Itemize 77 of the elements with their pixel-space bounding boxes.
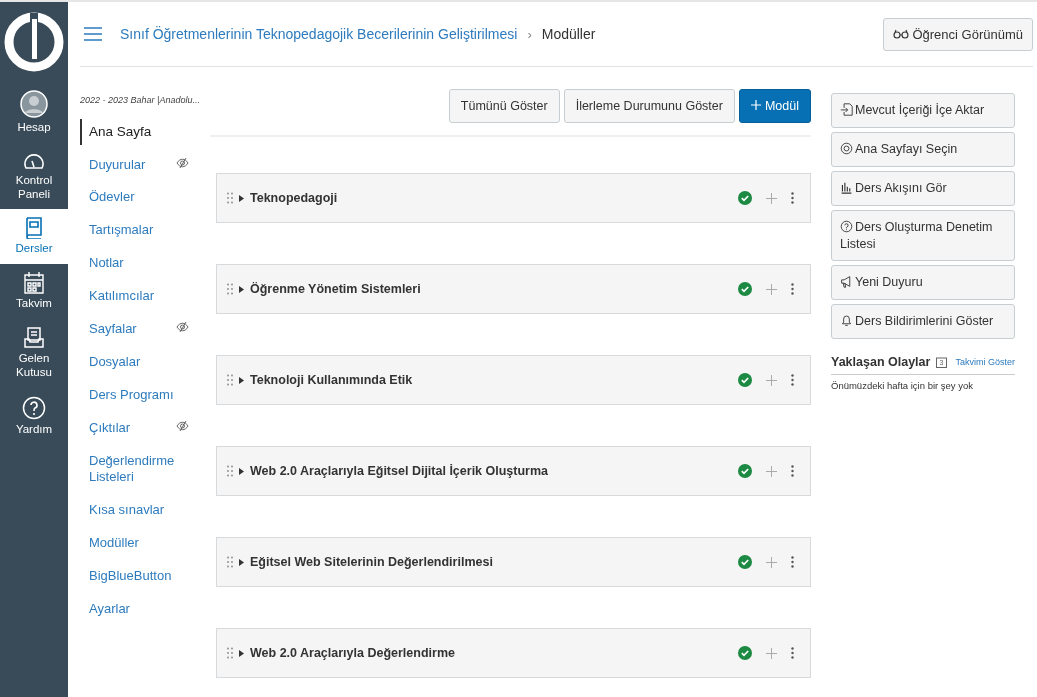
more-options-icon[interactable]: [791, 556, 794, 568]
help-icon: [22, 395, 46, 420]
drag-handle-icon[interactable]: [227, 647, 233, 659]
course-nav-link[interactable]: Duyurular: [80, 152, 189, 178]
avatar-icon: [20, 90, 48, 118]
empty-message: Önümüzdeki hafta için bir şey yok: [831, 380, 974, 392]
book-icon: [25, 217, 43, 240]
more-options-icon[interactable]: [791, 647, 794, 659]
sidebar-button[interactable]: Ders Oluşturma Denetim Listesi: [831, 209, 1015, 262]
course-nav-link[interactable]: Modüller: [80, 531, 189, 557]
course-nav-link[interactable]: Sayfalar: [80, 317, 189, 342]
course-nav-link[interactable]: Tartışmalar: [80, 218, 189, 244]
more-options-icon[interactable]: [791, 192, 794, 204]
course-nav-link[interactable]: Kısa sınavlar: [80, 498, 189, 524]
nav-item[interactable]: Hesap: [0, 82, 68, 143]
expand-caret-icon[interactable]: [239, 285, 244, 293]
sidebar-button[interactable]: Mevcut İçeriği İçe Aktar: [831, 93, 1015, 128]
course-nav-link[interactable]: Çıktılar: [80, 415, 189, 441]
expand-caret-icon[interactable]: [239, 376, 244, 384]
more-options-icon[interactable]: [791, 465, 794, 477]
bell-icon: [840, 314, 853, 328]
calendar-icon: [24, 272, 44, 295]
nav-item[interactable]: Kontrol Paneli: [0, 142, 68, 210]
sidebar-button[interactable]: Yeni Duyuru: [831, 265, 1015, 301]
course-nav-link[interactable]: BigBlueButton: [80, 564, 189, 589]
course-nav-link[interactable]: Ödevler: [80, 185, 189, 211]
sidebar-button[interactable]: Ders Akışını Gör: [831, 170, 1015, 206]
drag-handle-icon[interactable]: [227, 192, 233, 204]
breadcrumb-separator: ›: [527, 26, 532, 42]
published-check-icon[interactable]: [738, 555, 752, 569]
expand-caret-icon[interactable]: [239, 467, 244, 475]
help-icon: [840, 219, 853, 233]
drag-handle-icon[interactable]: [227, 556, 233, 568]
add-module-button[interactable]: Modül: [738, 89, 811, 123]
toolbar-button[interactable]: Tümünü Göster: [448, 89, 560, 123]
nav-item[interactable]: Dersler: [0, 209, 68, 265]
nav-item[interactable]: Gelen Kutusu: [0, 319, 68, 388]
toolbar-button[interactable]: İlerleme Durumunu Göster: [563, 89, 735, 123]
calendar-icon: [936, 356, 948, 368]
import-icon: [840, 103, 853, 116]
megaphone-icon: [840, 275, 853, 289]
drag-handle-icon[interactable]: [227, 465, 233, 477]
published-check-icon[interactable]: [738, 464, 752, 478]
more-options-icon[interactable]: [791, 374, 794, 386]
course-nav-link[interactable]: Ders Programı: [80, 382, 189, 408]
glasses-icon: [893, 29, 910, 39]
course-nav-link[interactable]: Katılımcılar: [80, 284, 189, 309]
sidebar-button[interactable]: Ders Bildirimlerini Göster: [831, 304, 1015, 340]
course-nav-link[interactable]: Ana Sayfa: [80, 119, 189, 145]
section-heading: Yaklaşan Olaylar: [831, 355, 931, 370]
inbox-icon: [24, 327, 44, 349]
nav-item[interactable]: Takvim: [0, 264, 68, 319]
drag-handle-icon[interactable]: [227, 374, 233, 386]
published-check-icon[interactable]: [738, 646, 752, 660]
term-label: 2022 - 2023 Bahar |Anadolu...: [80, 95, 200, 105]
expand-caret-icon[interactable]: [239, 558, 244, 566]
bar-chart-icon: [840, 180, 853, 194]
sidebar-button[interactable]: Ana Sayfayı Seçin: [831, 131, 1015, 167]
course-nav-link[interactable]: Değerlendirme Listeleri: [80, 448, 189, 491]
more-options-icon[interactable]: [791, 283, 794, 295]
expand-caret-icon[interactable]: [239, 194, 244, 202]
nav-item[interactable]: Yardım: [0, 387, 68, 445]
published-check-icon[interactable]: [738, 191, 752, 205]
course-nav-link[interactable]: Ayarlar: [80, 597, 189, 622]
menu-icon[interactable]: [84, 27, 102, 41]
expand-caret-icon[interactable]: [239, 649, 244, 657]
course-nav-link[interactable]: Dosyalar: [80, 349, 189, 375]
student-view-button[interactable]: Öğrenci Görünümü: [883, 17, 1033, 51]
drag-handle-icon[interactable]: [227, 283, 233, 295]
course-link[interactable]: Sınıf Öğretmenlerinin Teknopedagojik Becerilerinin Geliştirilmesi: [120, 26, 518, 42]
course-nav-link[interactable]: Notlar: [80, 251, 189, 277]
published-check-icon[interactable]: [738, 282, 752, 296]
plus-icon: [750, 100, 761, 110]
logo[interactable]: [4, 11, 64, 73]
target-icon: [840, 141, 853, 155]
page-title: Modüller: [541, 26, 596, 42]
published-check-icon[interactable]: [738, 373, 752, 387]
